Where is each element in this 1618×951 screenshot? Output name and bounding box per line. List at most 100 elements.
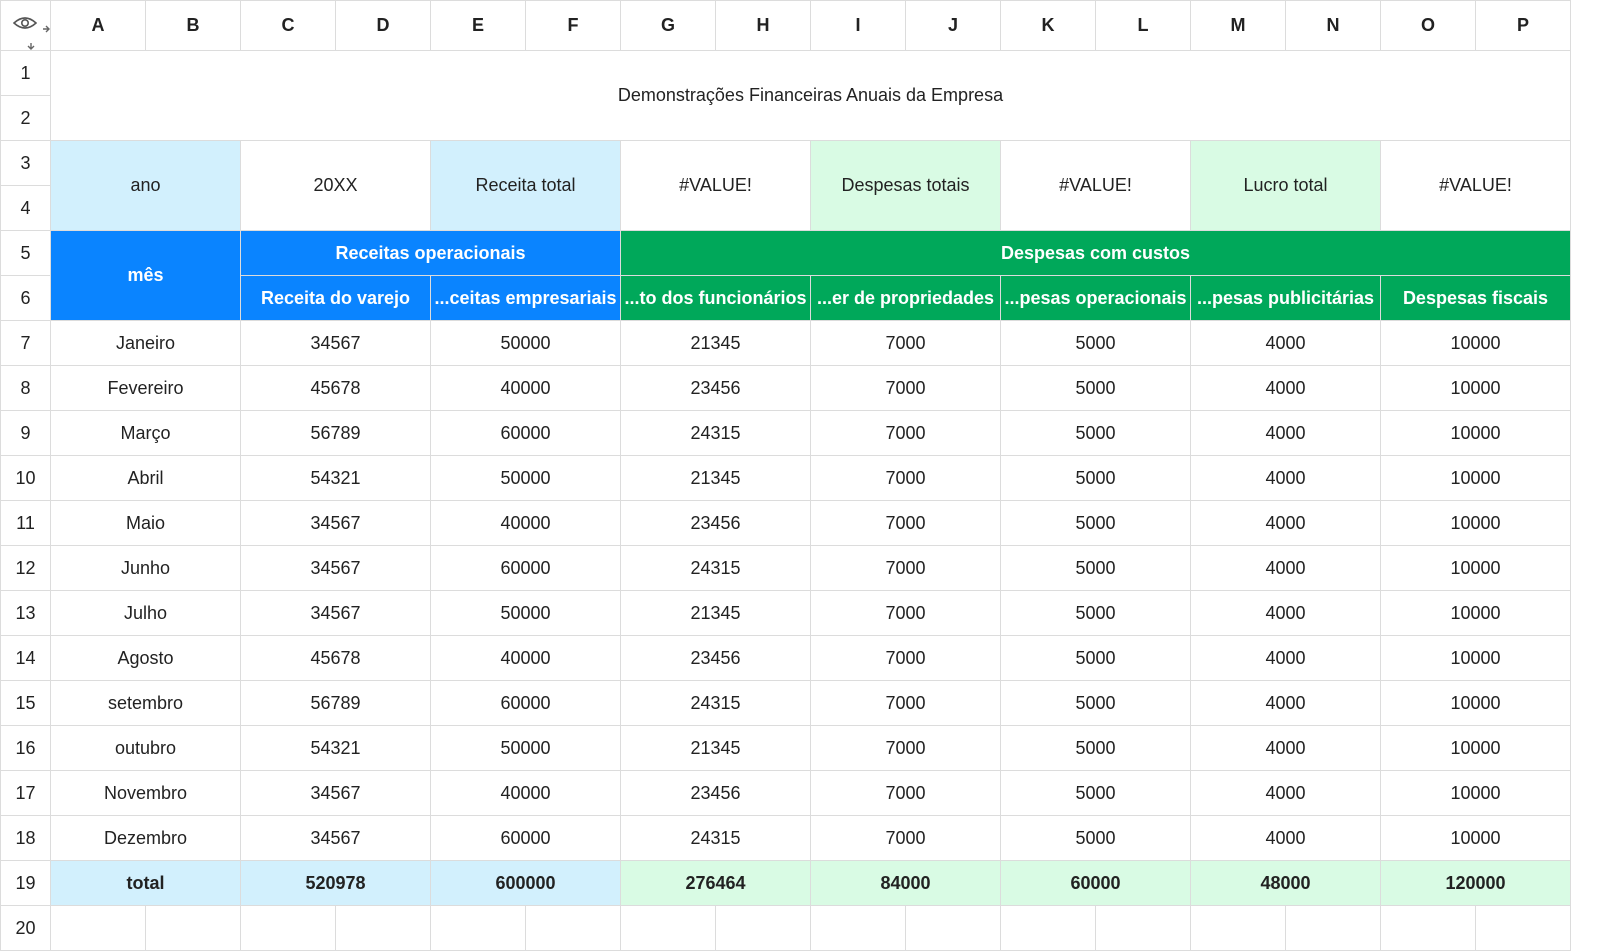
freeze-rows-icon[interactable] bbox=[21, 41, 41, 50]
data-cell[interactable]: 5000 bbox=[1000, 500, 1191, 546]
month-cell[interactable]: Novembro bbox=[50, 770, 241, 816]
data-cell[interactable]: 60000 bbox=[430, 545, 621, 591]
row-header[interactable]: 7 bbox=[0, 320, 51, 366]
data-cell[interactable]: 34567 bbox=[240, 815, 431, 861]
row-header[interactable]: 14 bbox=[0, 635, 51, 681]
row-header[interactable]: 15 bbox=[0, 680, 51, 726]
data-cell[interactable]: 10000 bbox=[1380, 590, 1571, 636]
empty-cell[interactable] bbox=[1380, 905, 1476, 951]
data-cell[interactable]: 45678 bbox=[240, 365, 431, 411]
data-cell[interactable]: 4000 bbox=[1190, 500, 1381, 546]
row-header[interactable]: 19 bbox=[0, 860, 51, 906]
data-cell[interactable]: 34567 bbox=[240, 770, 431, 816]
data-cell[interactable]: 7000 bbox=[810, 500, 1001, 546]
data-cell[interactable]: 50000 bbox=[430, 590, 621, 636]
advertising-expenses-header[interactable]: ...pesas publicitárias bbox=[1190, 275, 1381, 321]
data-cell[interactable]: 21345 bbox=[620, 320, 811, 366]
empty-cell[interactable] bbox=[1475, 905, 1571, 951]
column-header-p[interactable]: P bbox=[1475, 0, 1571, 51]
row-header[interactable]: 17 bbox=[0, 770, 51, 816]
month-cell[interactable]: Fevereiro bbox=[50, 365, 241, 411]
data-cell[interactable]: 5000 bbox=[1000, 545, 1191, 591]
year-label-cell[interactable]: ano bbox=[50, 140, 241, 231]
data-cell[interactable]: 4000 bbox=[1190, 680, 1381, 726]
row-header[interactable]: 4 bbox=[0, 185, 51, 231]
total-expenses-label-cell[interactable]: Despesas totais bbox=[810, 140, 1001, 231]
total-cell[interactable]: 600000 bbox=[430, 860, 621, 906]
data-cell[interactable]: 7000 bbox=[810, 545, 1001, 591]
column-header-i[interactable]: I bbox=[810, 0, 906, 51]
data-cell[interactable]: 50000 bbox=[430, 725, 621, 771]
business-revenue-header[interactable]: ...ceitas empresariais bbox=[430, 275, 621, 321]
revenue-group-header[interactable]: Receitas operacionais bbox=[240, 230, 621, 276]
column-header-h[interactable]: H bbox=[715, 0, 811, 51]
column-header-a[interactable]: A bbox=[50, 0, 146, 51]
data-cell[interactable]: 40000 bbox=[430, 770, 621, 816]
row-header[interactable]: 20 bbox=[0, 905, 51, 951]
data-cell[interactable]: 5000 bbox=[1000, 365, 1191, 411]
data-cell[interactable]: 21345 bbox=[620, 725, 811, 771]
data-cell[interactable]: 7000 bbox=[810, 815, 1001, 861]
expense-group-header[interactable]: Despesas com custos bbox=[620, 230, 1571, 276]
row-header[interactable]: 8 bbox=[0, 365, 51, 411]
month-cell[interactable]: outubro bbox=[50, 725, 241, 771]
data-cell[interactable]: 10000 bbox=[1380, 815, 1571, 861]
month-cell[interactable]: Junho bbox=[50, 545, 241, 591]
empty-cell[interactable] bbox=[430, 905, 526, 951]
property-rent-header[interactable]: ...er de propriedades bbox=[810, 275, 1001, 321]
data-cell[interactable]: 5000 bbox=[1000, 725, 1191, 771]
empty-cell[interactable] bbox=[905, 905, 1001, 951]
data-cell[interactable]: 10000 bbox=[1380, 320, 1571, 366]
tax-expenses-header[interactable]: Despesas fiscais bbox=[1380, 275, 1571, 321]
data-cell[interactable]: 24315 bbox=[620, 545, 811, 591]
data-cell[interactable]: 60000 bbox=[430, 680, 621, 726]
row-header[interactable]: 12 bbox=[0, 545, 51, 591]
data-cell[interactable]: 10000 bbox=[1380, 770, 1571, 816]
data-cell[interactable]: 23456 bbox=[620, 500, 811, 546]
data-cell[interactable]: 7000 bbox=[810, 365, 1001, 411]
empty-cell[interactable] bbox=[715, 905, 811, 951]
data-cell[interactable]: 7000 bbox=[810, 680, 1001, 726]
data-cell[interactable]: 10000 bbox=[1380, 365, 1571, 411]
data-cell[interactable]: 10000 bbox=[1380, 725, 1571, 771]
corner-cell[interactable] bbox=[0, 0, 51, 51]
data-cell[interactable]: 10000 bbox=[1380, 635, 1571, 681]
data-cell[interactable]: 23456 bbox=[620, 365, 811, 411]
data-cell[interactable]: 10000 bbox=[1380, 680, 1571, 726]
empty-cell[interactable] bbox=[810, 905, 906, 951]
month-cell[interactable]: Abril bbox=[50, 455, 241, 501]
data-cell[interactable]: 40000 bbox=[430, 500, 621, 546]
column-header-j[interactable]: J bbox=[905, 0, 1001, 51]
row-header[interactable]: 2 bbox=[0, 95, 51, 141]
data-cell[interactable]: 60000 bbox=[430, 410, 621, 456]
sheet-title[interactable]: Demonstrações Financeiras Anuais da Empr… bbox=[50, 50, 1571, 141]
row-header[interactable]: 9 bbox=[0, 410, 51, 456]
data-cell[interactable]: 7000 bbox=[810, 725, 1001, 771]
data-cell[interactable]: 5000 bbox=[1000, 680, 1191, 726]
month-cell[interactable]: Janeiro bbox=[50, 320, 241, 366]
total-cell[interactable]: 60000 bbox=[1000, 860, 1191, 906]
data-cell[interactable]: 7000 bbox=[810, 455, 1001, 501]
row-header[interactable]: 1 bbox=[0, 50, 51, 96]
empty-cell[interactable] bbox=[1285, 905, 1381, 951]
data-cell[interactable]: 4000 bbox=[1190, 455, 1381, 501]
data-cell[interactable]: 60000 bbox=[430, 815, 621, 861]
row-header[interactable]: 10 bbox=[0, 455, 51, 501]
row-header[interactable]: 6 bbox=[0, 275, 51, 321]
column-header-l[interactable]: L bbox=[1095, 0, 1191, 51]
column-header-e[interactable]: E bbox=[430, 0, 526, 51]
total-profit-value-cell[interactable]: #VALUE! bbox=[1380, 140, 1571, 231]
data-cell[interactable]: 34567 bbox=[240, 590, 431, 636]
total-revenue-label-cell[interactable]: Receita total bbox=[430, 140, 621, 231]
row-header[interactable]: 5 bbox=[0, 230, 51, 276]
data-cell[interactable]: 5000 bbox=[1000, 590, 1191, 636]
data-cell[interactable]: 7000 bbox=[810, 635, 1001, 681]
row-header[interactable]: 16 bbox=[0, 725, 51, 771]
data-cell[interactable]: 4000 bbox=[1190, 635, 1381, 681]
column-header-d[interactable]: D bbox=[335, 0, 431, 51]
data-cell[interactable]: 50000 bbox=[430, 455, 621, 501]
data-cell[interactable]: 4000 bbox=[1190, 365, 1381, 411]
month-cell[interactable]: setembro bbox=[50, 680, 241, 726]
data-cell[interactable]: 10000 bbox=[1380, 410, 1571, 456]
data-cell[interactable]: 21345 bbox=[620, 455, 811, 501]
